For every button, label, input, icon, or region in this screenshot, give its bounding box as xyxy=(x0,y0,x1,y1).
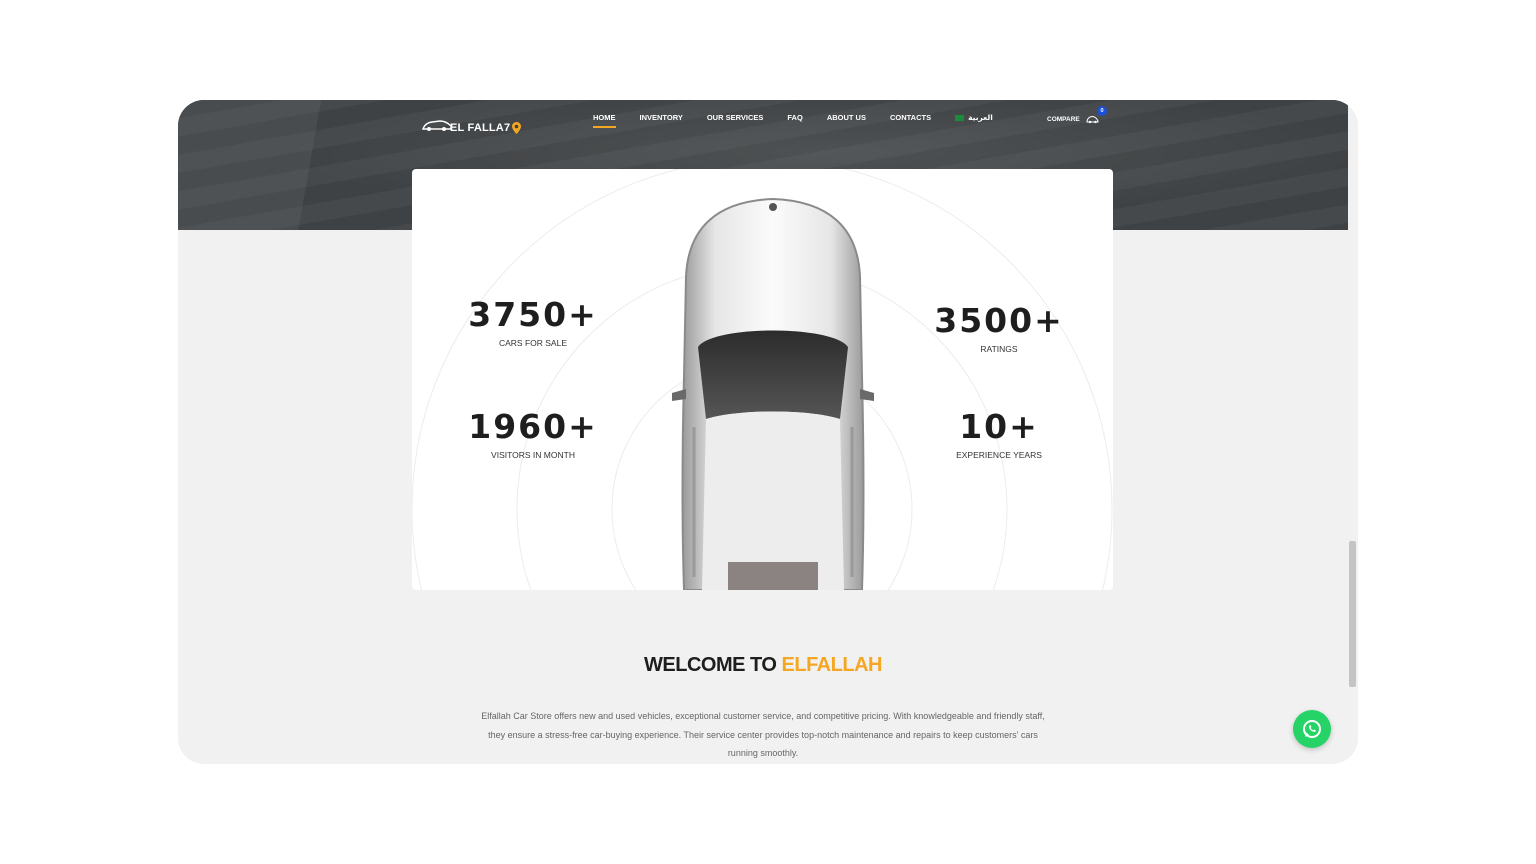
compare-count-badge: 0 xyxy=(1097,106,1107,116)
stat-visitors-in-month: 1960+ VISITORS IN MONTH xyxy=(433,407,633,460)
stat-value: 3500+ xyxy=(934,301,1064,340)
nav-faq[interactable]: FAQ xyxy=(787,113,802,122)
car-logo-icon xyxy=(422,120,452,131)
stat-ratings: 3500+ RATINGS xyxy=(899,301,1099,354)
whatsapp-chat-button[interactable] xyxy=(1293,710,1331,748)
stat-value: 1960+ xyxy=(468,407,598,446)
car-top-view-image xyxy=(672,197,874,590)
welcome-brand: ELFALLAH xyxy=(781,654,883,676)
main-nav: HOME INVENTORY OUR SERVICES FAQ ABOUT US… xyxy=(593,113,1017,128)
nav-our-services[interactable]: OUR SERVICES xyxy=(707,113,764,122)
location-pin-icon xyxy=(512,122,522,134)
stat-label: VISITORS IN MONTH xyxy=(491,450,575,460)
saudi-flag-icon xyxy=(955,114,965,121)
nav-home[interactable]: HOME xyxy=(593,113,616,128)
scrollbar-thumb[interactable] xyxy=(1349,541,1356,687)
compare-label: COMPARE xyxy=(1047,115,1080,123)
browser-viewport: EL FALLA7 HOME INVENTORY OUR SERVICES FA… xyxy=(178,100,1358,764)
stat-label: EXPERIENCE YEARS xyxy=(956,450,1042,460)
stat-cars-for-sale: 3750+ CARS FOR SALE xyxy=(433,295,633,348)
welcome-heading: WELCOME TO ELFALLAH xyxy=(178,654,1348,677)
welcome-prefix: WELCOME TO xyxy=(644,654,782,676)
whatsapp-icon xyxy=(1303,720,1321,738)
language-switcher[interactable]: العربية xyxy=(955,113,993,122)
language-label: العربية xyxy=(968,113,993,122)
top-navbar: EL FALLA7 HOME INVENTORY OUR SERVICES FA… xyxy=(178,100,1348,140)
site-logo[interactable]: EL FALLA7 xyxy=(422,112,522,138)
stats-card: 3750+ CARS FOR SALE 1960+ VISITORS IN MO… xyxy=(412,169,1113,590)
stat-value: 10+ xyxy=(959,407,1039,446)
logo-text: EL FALLA7 xyxy=(450,122,511,134)
welcome-body-text: Elfallah Car Store offers new and used v… xyxy=(481,711,1045,758)
stat-value: 3750+ xyxy=(468,295,598,334)
compare-button[interactable]: COMPARE 0 xyxy=(1047,106,1107,124)
stat-label: RATINGS xyxy=(980,344,1018,354)
car-compare-icon xyxy=(1086,115,1099,124)
stat-label: CARS FOR SALE xyxy=(498,338,568,348)
nav-inventory[interactable]: INVENTORY xyxy=(640,113,683,122)
nav-contacts[interactable]: CONTACTS xyxy=(890,113,931,122)
nav-about-us[interactable]: ABOUT US xyxy=(827,113,866,122)
stat-experience-years: 10+ EXPERIENCE YEARS xyxy=(899,407,1099,460)
